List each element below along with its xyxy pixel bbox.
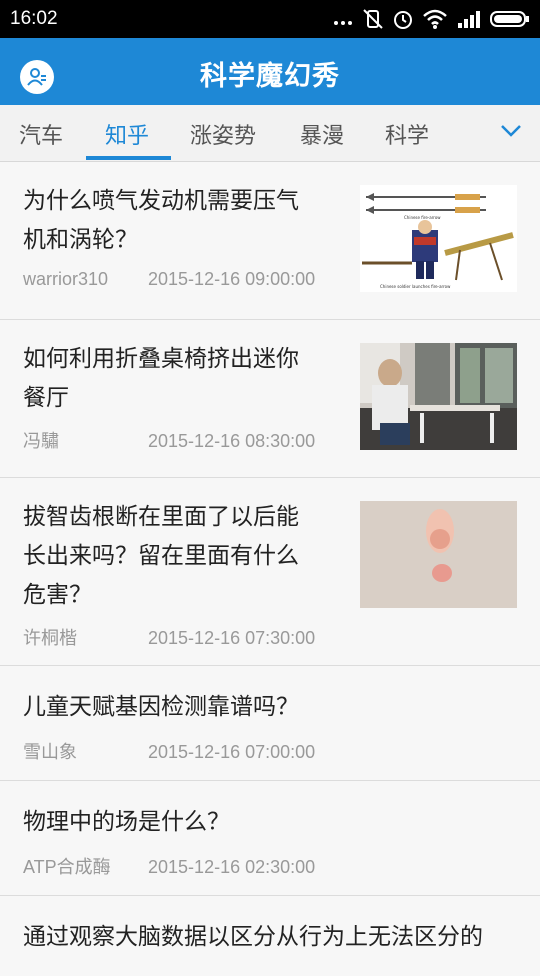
title-line: 危害？ [23, 582, 92, 608]
author-name: warrior310 [23, 269, 109, 289]
mute-vibrate-icon [362, 8, 384, 34]
active-tab-indicator [86, 156, 171, 160]
timestamp: 2015-12-16 02:30:00 [148, 857, 316, 877]
article-meta: ATP合成酶 2015-12-16 02:30:00 [23, 853, 315, 879]
article-meta: warrior310 2015-12-16 09:00:00 [23, 269, 315, 290]
title-line: 长出来吗？留在里面有什么 [23, 543, 299, 569]
article-title: 如何利用折叠桌椅挤出迷你 餐厅 [23, 340, 299, 418]
signal-icon [456, 8, 482, 34]
alarm-icon [392, 8, 414, 34]
more-dots-icon [332, 9, 354, 33]
article-title: 拔智齿根断在里面了以后能 长出来吗？留在里面有什么 危害？ [23, 498, 299, 615]
author-name: 雪山象 [23, 742, 77, 762]
title-line: 机和涡轮？ [23, 227, 138, 253]
list-item[interactable]: 物理中的场是什么？ ATP合成酶 2015-12-16 02:30:00 [0, 781, 540, 896]
timestamp: 2015-12-16 09:00:00 [148, 269, 316, 289]
article-title: 儿童天赋基因检测靠谱吗？ [23, 688, 299, 727]
article-title: 通过观察大脑数据以区分从行为上无法区分的 [23, 918, 483, 957]
list-item[interactable]: 通过观察大脑数据以区分从行为上无法区分的 [0, 896, 540, 976]
thumb-label: Chinese fire-arrow [404, 215, 441, 220]
tab-qiche[interactable]: 汽车 [19, 118, 63, 150]
list-item[interactable]: 拔智齿根断在里面了以后能 长出来吗？留在里面有什么 危害？ 许桐楷 2015-1… [0, 478, 540, 666]
title-line: 物理中的场是什么？ [23, 809, 230, 835]
article-thumbnail [360, 343, 517, 450]
article-title: 物理中的场是什么？ [23, 803, 230, 842]
article-title: 为什么喷气发动机需要压气 机和涡轮？ [23, 182, 299, 260]
title-line: 通过观察大脑数据以区分从行为上无法区分的 [23, 924, 483, 950]
article-meta: 许桐楷 2015-12-16 07:30:00 [23, 624, 315, 650]
chevron-down-icon[interactable] [500, 123, 522, 142]
timestamp: 2015-12-16 08:30:00 [148, 431, 316, 451]
list-item[interactable]: 为什么喷气发动机需要压气 机和涡轮？ warrior310 2015-12-16… [0, 162, 540, 320]
tab-kexue[interactable]: 科学 [385, 118, 429, 150]
status-icons [332, 8, 530, 34]
article-thumbnail [360, 501, 517, 608]
status-time: 16:02 [10, 8, 58, 29]
thumb-caption: Chinese soldier launches fire-arrow [380, 284, 451, 289]
article-meta: 冯驌 2015-12-16 08:30:00 [23, 427, 315, 453]
app-bar: 科学魔幻秀 [0, 38, 540, 105]
title-line: 儿童天赋基因检测靠谱吗？ [23, 694, 299, 720]
article-meta: 雪山象 2015-12-16 07:00:00 [23, 738, 315, 764]
timestamp: 2015-12-16 07:30:00 [148, 628, 316, 648]
battery-icon [490, 8, 530, 34]
list-item[interactable]: 如何利用折叠桌椅挤出迷你 餐厅 冯驌 2015-12-16 08:30:00 [0, 320, 540, 478]
status-bar: 16:02 [0, 0, 540, 38]
author-name: ATP合成酶 [23, 857, 111, 877]
title-line: 拔智齿根断在里面了以后能 [23, 504, 299, 530]
author-name: 许桐楷 [23, 628, 77, 648]
timestamp: 2015-12-16 07:00:00 [148, 742, 316, 762]
article-thumbnail: Chinese fire-arrow Chinese soldier launc… [360, 185, 517, 292]
title-line: 如何利用折叠桌椅挤出迷你 [23, 346, 299, 372]
title-line: 餐厅 [23, 385, 69, 411]
tab-zhangzishi[interactable]: 涨姿势 [190, 118, 256, 150]
tab-zhihu[interactable]: 知乎 [105, 118, 149, 150]
category-tabs: 汽车 知乎 涨姿势 暴漫 科学 [0, 105, 540, 162]
title-line: 为什么喷气发动机需要压气 [23, 188, 299, 214]
app-title: 科学魔幻秀 [200, 61, 340, 92]
list-item[interactable]: 儿童天赋基因检测靠谱吗？ 雪山象 2015-12-16 07:00:00 [0, 666, 540, 781]
tab-baoman[interactable]: 暴漫 [300, 118, 344, 150]
wifi-icon [422, 8, 448, 34]
author-name: 冯驌 [23, 431, 59, 451]
